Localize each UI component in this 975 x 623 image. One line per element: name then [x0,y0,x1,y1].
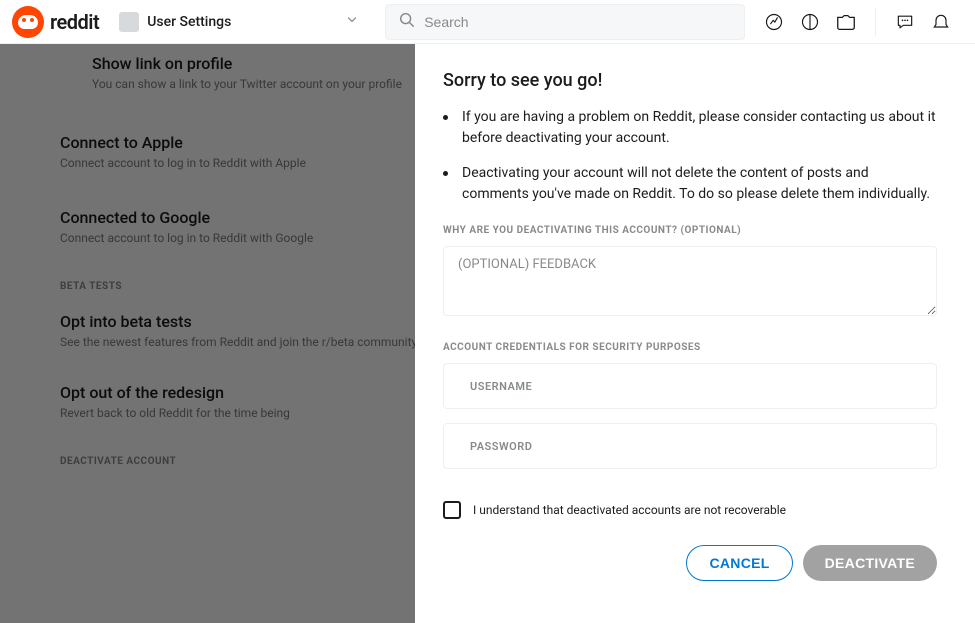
bullet-text: If you are having a problem on Reddit, p… [462,107,937,149]
breadcrumb-dropdown[interactable]: User Settings [119,12,359,32]
confirm-label: I understand that deactivated accounts a… [473,503,786,517]
feedback-textarea[interactable] [443,246,937,316]
modal-heading: Sorry to see you go! [443,70,937,91]
header-actions [763,8,952,36]
bullet-icon [443,115,448,120]
deactivate-button[interactable]: DEACTIVATE [803,545,937,581]
password-field[interactable] [443,423,937,469]
bullet-item: Deactivating your account will not delet… [443,163,937,205]
confirm-row: I understand that deactivated accounts a… [443,501,937,519]
cancel-button[interactable]: CANCEL [686,545,792,581]
bullet-text: Deactivating your account will not delet… [462,163,937,205]
reason-label: WHY ARE YOU DEACTIVATING THIS ACCOUNT? (… [443,225,937,236]
modal-actions: CANCEL DEACTIVATE [443,545,937,581]
modal-bullets: If you are having a problem on Reddit, p… [443,107,937,205]
chat-icon[interactable] [894,11,916,33]
brand-text: reddit [50,10,99,34]
shield-icon[interactable] [835,11,857,33]
deactivate-modal: Sorry to see you go! If you are having a… [415,44,975,623]
divider [875,8,876,36]
avatar-icon [119,12,139,32]
search-input[interactable] [424,14,732,30]
bullet-icon [443,171,448,176]
notifications-icon[interactable] [930,11,952,33]
coin-icon[interactable] [799,11,821,33]
username-field[interactable] [443,363,937,409]
confirm-checkbox[interactable] [443,501,461,519]
credentials-label: ACCOUNT CREDENTIALS FOR SECURITY PURPOSE… [443,342,937,353]
bullet-item: If you are having a problem on Reddit, p… [443,107,937,149]
header-bar: reddit User Settings [0,0,975,44]
chevron-down-icon [345,12,359,31]
breadcrumb-label: User Settings [147,14,231,30]
search-container [385,4,745,40]
search-box[interactable] [385,4,745,40]
reddit-logo[interactable]: reddit [12,6,99,38]
search-icon [398,11,416,33]
popular-icon[interactable] [763,11,785,33]
reddit-snoo-icon [12,6,44,38]
